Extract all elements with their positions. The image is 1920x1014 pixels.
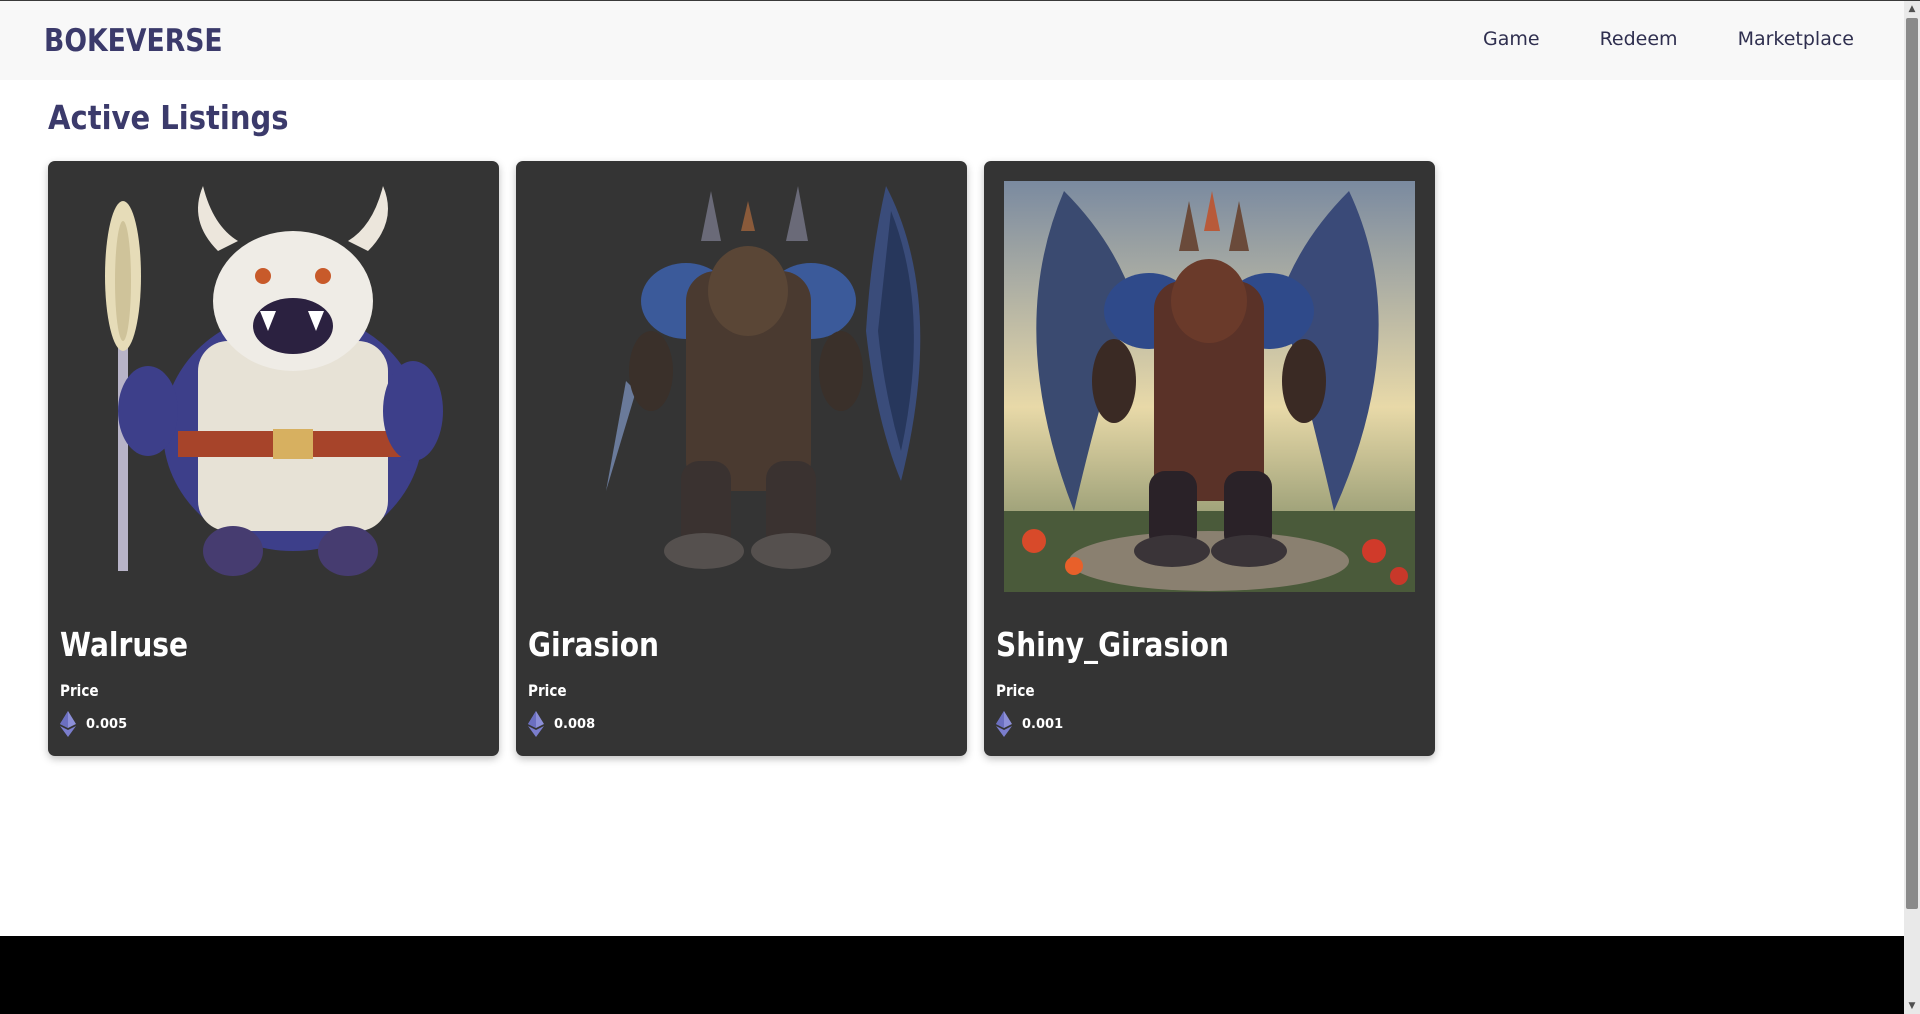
listing-name: Walruse (60, 625, 189, 664)
vertical-scrollbar[interactable]: ▲ ▼ (1904, 1, 1920, 1014)
nav-link-game[interactable]: Game (1483, 28, 1540, 50)
nft-image (1004, 181, 1415, 592)
price-row: 0.008 (528, 711, 595, 737)
nav-links: Game Redeem Marketplace (1483, 28, 1854, 50)
listing-card[interactable]: Girasion Price 0.008 (516, 161, 967, 756)
listing-name: Shiny_Girasion (996, 625, 1230, 664)
footer (0, 936, 1904, 1014)
scroll-up-arrow-icon[interactable]: ▲ (1904, 1, 1920, 17)
price-row: 0.001 (996, 711, 1063, 737)
walrus-warrior-illustration (105, 186, 443, 576)
price-value: 0.005 (86, 716, 128, 732)
nft-image (68, 181, 479, 592)
listing-card[interactable]: Walruse Price 0.005 (48, 161, 499, 756)
navbar: BOKEVERSE Game Redeem Marketplace (0, 1, 1904, 80)
page: BOKEVERSE Game Redeem Marketplace Active… (0, 0, 1920, 1014)
nav-link-redeem[interactable]: Redeem (1600, 28, 1678, 50)
armored-dragon-warrior-illustration (606, 186, 921, 569)
listing-card[interactable]: Shiny_Girasion Price 0.001 (984, 161, 1435, 756)
ethereum-icon (60, 711, 76, 737)
scroll-down-arrow-icon[interactable]: ▼ (1904, 998, 1920, 1014)
price-value: 0.001 (1022, 716, 1064, 732)
price-value: 0.008 (554, 716, 596, 732)
page-title: Active Listings (48, 98, 289, 137)
price-label: Price (996, 681, 1035, 700)
listing-name: Girasion (528, 625, 659, 664)
price-label: Price (528, 681, 567, 700)
shiny-dragon-warrior-illustration (1004, 181, 1415, 592)
scrollbar-thumb[interactable] (1906, 18, 1918, 909)
listings-grid: Walruse Price 0.005 Girasion Price 0.008… (48, 161, 1435, 756)
nft-image (536, 181, 947, 592)
ethereum-icon (996, 711, 1012, 737)
ethereum-icon (528, 711, 544, 737)
site-logo[interactable]: BOKEVERSE (44, 23, 223, 59)
nav-link-marketplace[interactable]: Marketplace (1738, 28, 1854, 50)
price-row: 0.005 (60, 711, 127, 737)
price-label: Price (60, 681, 99, 700)
